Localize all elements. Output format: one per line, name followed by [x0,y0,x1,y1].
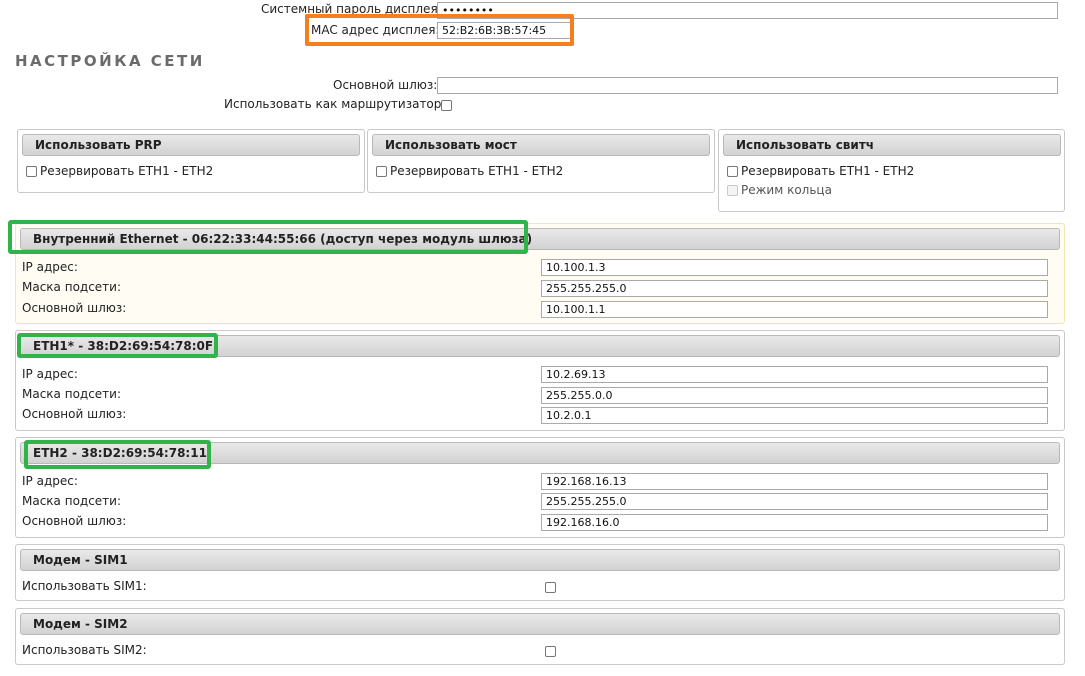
network-gateway-input[interactable] [437,77,1058,94]
prp-reserve-checkbox[interactable] [26,166,37,177]
modem-sim2-header: Модем - SIM2 [20,613,1060,635]
internal-ethernet-highlight-box [8,220,528,254]
internal-mask-input[interactable]: 255.255.255.0 [541,280,1048,297]
eth2-gateway-label: Основной шлюз: [22,514,127,528]
internal-gateway-input[interactable]: 10.100.1.1 [541,301,1048,318]
bridge-box: Использовать мост Резервировать ETH1 - E… [367,129,715,193]
eth2-gateway-input[interactable]: 192.168.16.0 [541,514,1048,531]
eth2-ip-input[interactable]: 192.168.16.13 [541,473,1048,490]
eth2-highlight-box [24,440,211,469]
sim2-label: Использовать SIM2: [22,643,147,657]
eth1-mask-input[interactable]: 255.255.0.0 [541,387,1048,404]
network-section-title: НАСТРОЙКА СЕТИ [15,52,205,70]
switch-reserve-checkbox[interactable] [727,166,738,177]
eth1-ip-input[interactable]: 10.2.69.13 [541,366,1048,383]
eth2-mask-input[interactable]: 255.255.255.0 [541,493,1048,510]
bridge-reserve-checkbox[interactable] [376,166,387,177]
modem-sim1-box: Модем - SIM1 Использовать SIM1: [15,544,1065,601]
bridge-reserve-label: Резервировать ETH1 - ETH2 [390,164,564,178]
network-gateway-label: Основной шлюз: [333,78,438,92]
internal-mask-label: Маска подсети: [22,280,122,294]
internal-gateway-label: Основной шлюз: [22,301,127,315]
modem-sim1-header: Модем - SIM1 [20,549,1060,571]
prp-header: Использовать PRP [22,134,360,156]
eth2-mask-label: Маска подсети: [22,494,122,508]
eth1-mask-label: Маска подсети: [22,387,122,401]
router-checkbox[interactable] [441,100,452,111]
mac-highlight-box [305,14,574,46]
internal-ip-label: IP адрес: [22,260,78,274]
router-label: Использовать как маршрутизатор: [224,97,446,111]
internal-ip-input[interactable]: 10.100.1.3 [541,259,1048,276]
sim1-label: Использовать SIM1: [22,579,147,593]
eth1-ip-label: IP адрес: [22,367,78,381]
eth1-gateway-input[interactable]: 10.2.0.1 [541,407,1048,424]
switch-header: Использовать свитч [723,134,1061,156]
switch-reserve-label: Резервировать ETH1 - ETH2 [741,164,915,178]
switch-box: Использовать свитч Резервировать ETH1 - … [718,129,1065,212]
switch-ring-checkbox[interactable] [727,185,738,196]
modem-sim2-box: Модем - SIM2 Использовать SIM2: [15,608,1065,665]
eth2-ip-label: IP адрес: [22,474,78,488]
eth1-gateway-label: Основной шлюз: [22,407,127,421]
eth1-highlight-box [17,333,218,358]
sim1-checkbox[interactable] [545,582,556,593]
switch-ring-label: Режим кольца [741,183,832,197]
bridge-header: Использовать мост [372,134,710,156]
sim2-checkbox[interactable] [545,646,556,657]
prp-reserve-label: Резервировать ETH1 - ETH2 [40,164,214,178]
prp-box: Использовать PRP Резервировать ETH1 - ET… [17,129,365,193]
